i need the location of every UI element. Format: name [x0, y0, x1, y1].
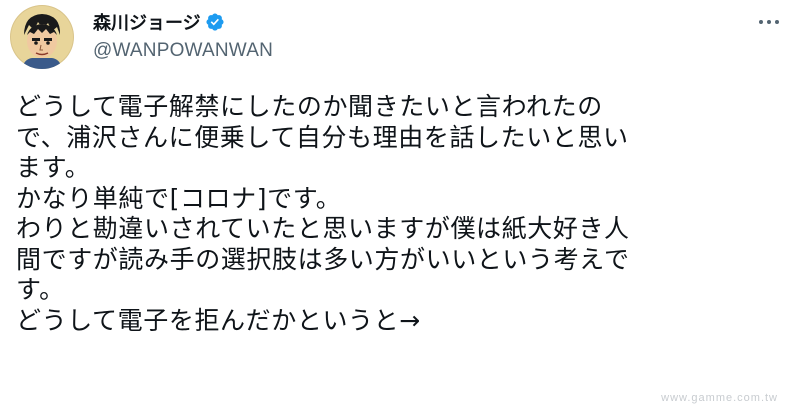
more-options-icon[interactable]	[755, 10, 783, 34]
verified-badge-icon	[205, 12, 225, 32]
tweet-text: どうして電子解禁にしたのか聞きたいと言われたの で、浦沢さんに便乗して自分も理由…	[16, 92, 786, 336]
avatar[interactable]	[10, 5, 74, 69]
tweet-text-line: わりと勘違いされていたと思いますが僕は紙大好き人	[16, 214, 630, 243]
tweet-text-line: す。	[16, 275, 65, 304]
tweet-text-line: どうして電子解禁にしたのか聞きたいと言われたの	[16, 92, 603, 121]
tweet-text-line: どうして電子を拒んだかというと→	[16, 305, 421, 335]
author-display-name[interactable]: 森川ジョージ	[93, 9, 201, 35]
tweet-text-line: ます。	[16, 153, 91, 182]
author-handle[interactable]: @WANPOWANWAN	[93, 40, 273, 62]
avatar-illustration	[10, 5, 74, 69]
tweet-text-line: かなり単純で[コロナ]です。	[16, 183, 342, 213]
tweet-text-line: 間ですが読み手の選択肢は多い方がいいという考えで	[16, 244, 630, 274]
author-name-row: 森川ジョージ	[93, 10, 225, 34]
tweet-text-line: で、浦沢さんに便乗して自分も理由を話したいと思い	[16, 122, 629, 152]
watermark: www.gamme.com.tw	[661, 392, 778, 404]
tweet: 森川ジョージ @WANPOWANWAN どうして電子解禁にしたのか聞きたいと言わ…	[0, 0, 800, 406]
